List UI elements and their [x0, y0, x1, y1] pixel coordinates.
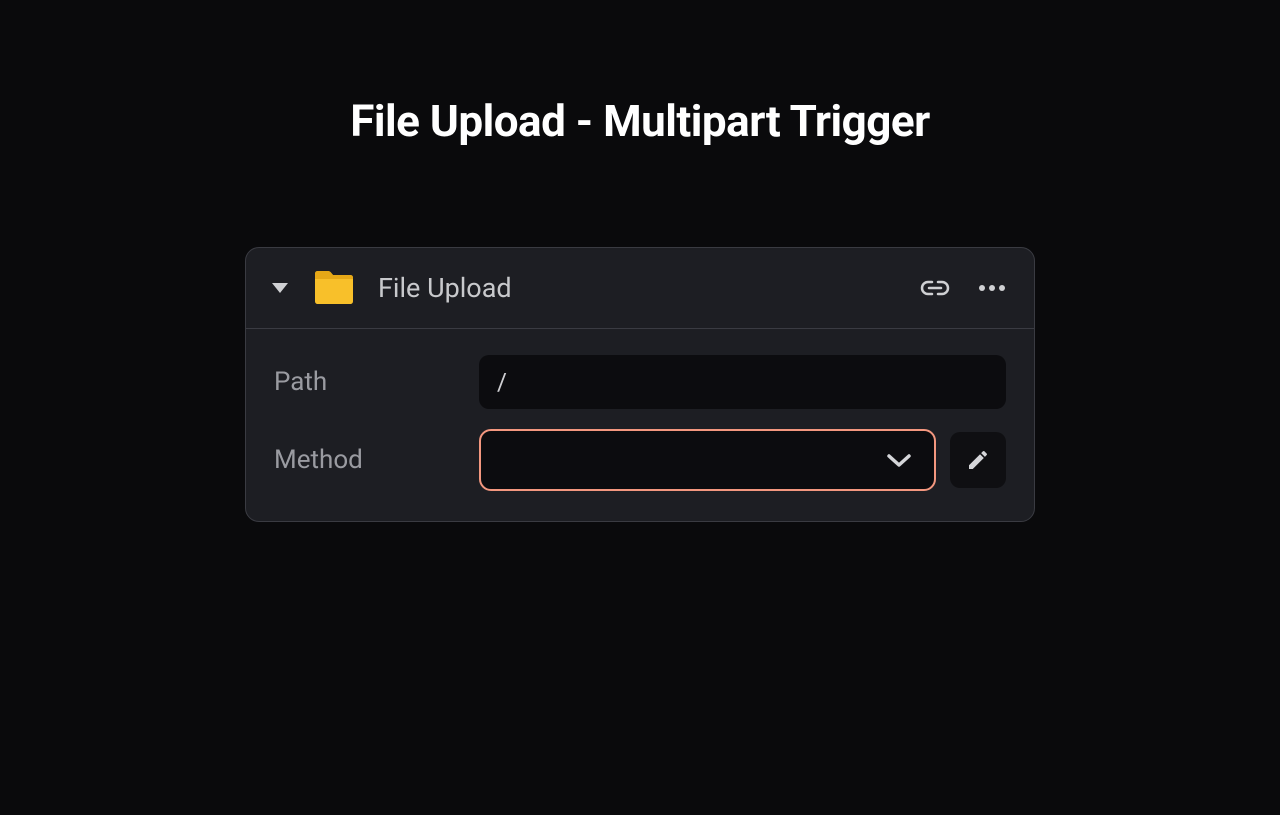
pencil-icon [966, 448, 990, 472]
more-options-button[interactable] [978, 284, 1006, 292]
method-select[interactable] [479, 429, 936, 491]
method-label: Method [274, 445, 479, 475]
link-icon [920, 280, 950, 296]
trigger-card: File Upload Path [245, 247, 1035, 522]
chevron-down-icon [886, 452, 912, 468]
card-header: File Upload [246, 248, 1034, 329]
card-title: File Upload [378, 272, 920, 304]
page-title: File Upload - Multipart Trigger [0, 95, 1280, 147]
path-input[interactable] [479, 355, 1006, 409]
link-button[interactable] [920, 280, 950, 296]
caret-down-icon [272, 283, 288, 293]
collapse-toggle[interactable] [266, 274, 294, 302]
card-body: Path Method [246, 329, 1034, 521]
folder-icon [312, 266, 356, 310]
ellipsis-icon [978, 284, 1006, 292]
method-edit-button[interactable] [950, 432, 1006, 488]
method-row: Method [274, 429, 1006, 491]
header-actions [920, 280, 1006, 296]
path-row: Path [274, 355, 1006, 409]
path-label: Path [274, 367, 479, 397]
